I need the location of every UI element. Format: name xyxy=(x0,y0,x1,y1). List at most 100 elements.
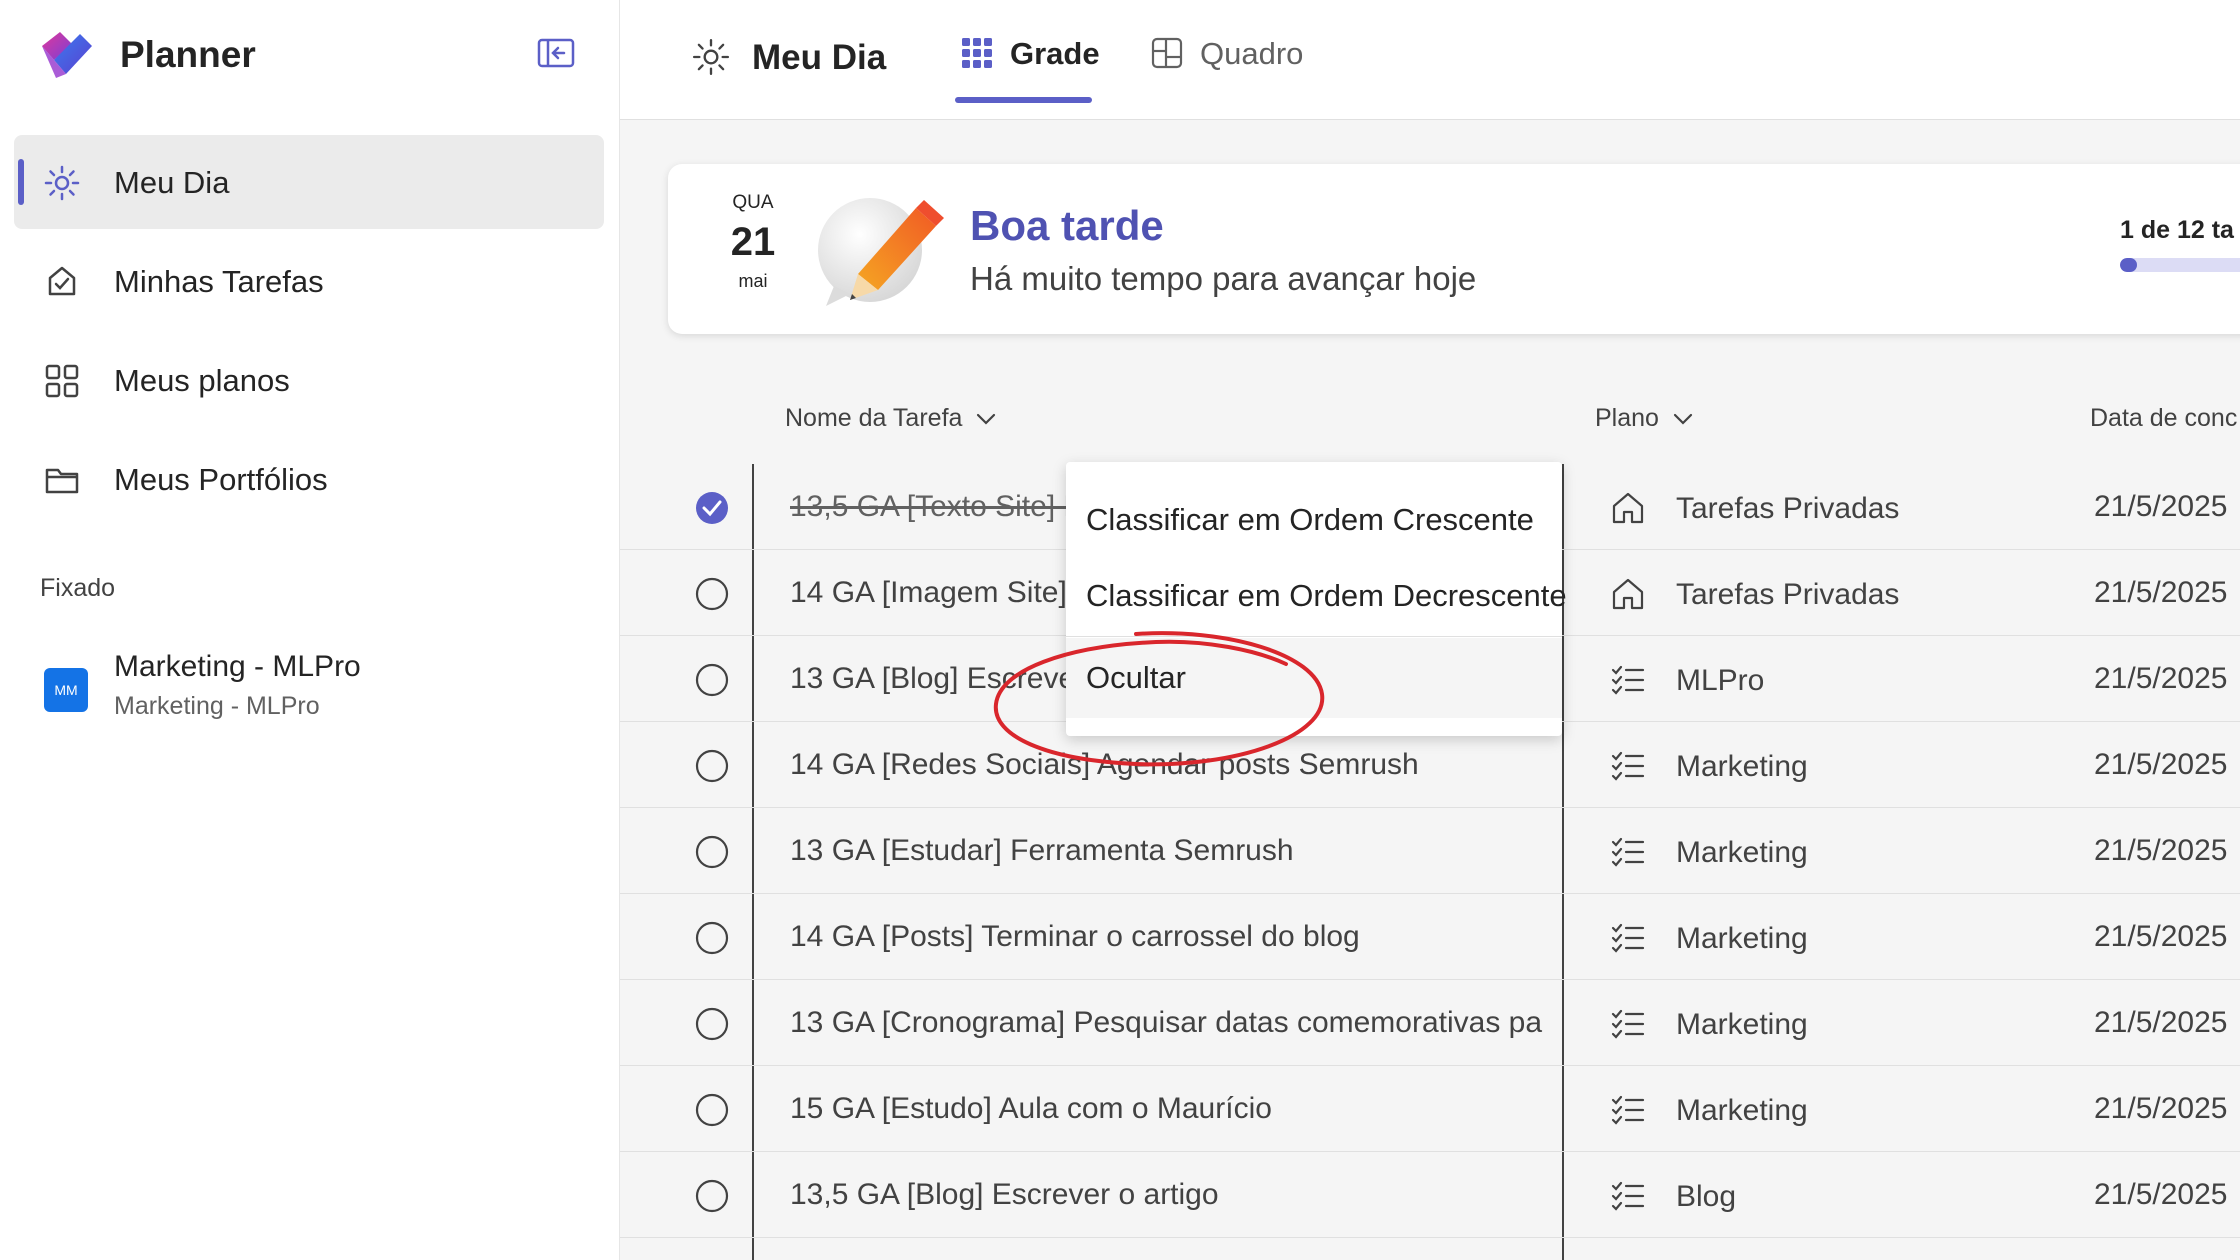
column-context-menu: Classificar em Ordem Crescente Classific… xyxy=(1066,462,1567,736)
task-plan: Marketing xyxy=(1676,836,1808,869)
menu-item-sort-ascending[interactable]: Classificar em Ordem Crescente xyxy=(1066,480,1562,560)
greeting-title: Boa tarde xyxy=(970,202,1164,249)
column-header-label: Nome da Tarefa xyxy=(785,404,963,432)
unchecked-circle-icon[interactable] xyxy=(694,1006,730,1042)
sidebar-item-minhas-tarefas[interactable]: Minhas Tarefas xyxy=(14,234,604,328)
tab-label: Quadro xyxy=(1200,36,1304,71)
top-bar: Meu Dia Grade Quadro xyxy=(620,0,2240,120)
plan-avatar: MM xyxy=(44,668,88,712)
menu-item-hide[interactable]: Ocultar xyxy=(1066,638,1562,718)
task-due-date: 21/5/2025 xyxy=(2094,490,2228,523)
sidebar-item-label: Meus planos xyxy=(114,363,290,398)
home-icon xyxy=(1612,578,1644,610)
task-plan: Tarefas Privadas xyxy=(1676,492,1900,525)
task-plan: Marketing xyxy=(1676,1094,1808,1127)
task-plan: Marketing xyxy=(1676,922,1808,955)
greeting-subtitle: Há muito tempo para avançar hoje xyxy=(970,260,1477,297)
home-icon xyxy=(1612,492,1644,524)
task-due-date: 21/5/2025 xyxy=(2094,1092,2228,1125)
folder-icon xyxy=(45,468,79,494)
list-icon xyxy=(1611,1181,1645,1211)
unchecked-circle-icon[interactable] xyxy=(694,576,730,612)
grid-icon xyxy=(962,38,992,68)
pinned-plan-marketing-mlpro[interactable]: MM Marketing - MLPro Marketing - MLPro xyxy=(44,646,584,726)
task-due-date: 21/5/2025 xyxy=(2094,1178,2228,1211)
pinned-plan-title: Marketing - MLPro xyxy=(114,650,361,683)
task-plan: MLPro xyxy=(1676,664,1765,697)
task-due-date: 21/5/2025 xyxy=(2094,1006,2228,1039)
active-indicator xyxy=(18,159,24,205)
chevron-down-icon xyxy=(1673,414,1693,425)
sidebar: Planner Meu Dia Minhas Tarefas Meus plan… xyxy=(0,0,620,1260)
pinned-section-label: Fixado xyxy=(40,574,116,602)
sidebar-item-meus-planos[interactable]: Meus planos xyxy=(14,333,604,427)
column-header-plan[interactable]: Plano xyxy=(1595,404,1694,433)
unchecked-circle-icon[interactable] xyxy=(694,1178,730,1214)
sun-icon xyxy=(44,165,80,201)
task-plan: Marketing xyxy=(1676,750,1808,783)
task-plan: Blog xyxy=(1676,1180,1737,1213)
selected-tab-indicator xyxy=(955,97,1092,103)
grid-apps-icon xyxy=(45,364,79,398)
column-header-due[interactable]: Data de conc xyxy=(2090,404,2237,433)
table-row[interactable]: 13 GA [Cronograma] Pesquisar datas comem… xyxy=(620,980,2240,1066)
month: mai xyxy=(738,271,768,291)
unchecked-circle-icon[interactable] xyxy=(694,1092,730,1128)
app-header: Planner xyxy=(36,24,596,84)
pinned-plan-subtitle: Marketing - MLPro xyxy=(114,692,320,720)
list-icon xyxy=(1611,665,1645,695)
date-tile: QUA 21 mai xyxy=(718,192,788,292)
task-name[interactable]: 13 GA [Cronograma] Pesquisar datas comem… xyxy=(790,1006,1550,1040)
app-name: Planner xyxy=(120,34,256,75)
sidebar-item-meu-dia[interactable]: Meu Dia xyxy=(14,135,604,229)
task-due-date: 21/5/2025 xyxy=(2094,576,2228,609)
board-icon xyxy=(1151,37,1183,69)
task-due-date: 21/5/2025 xyxy=(2094,748,2228,781)
unchecked-circle-icon[interactable] xyxy=(694,662,730,698)
task-due-date: 21/5/2025 xyxy=(2094,834,2228,867)
task-name[interactable]: 13 GA [Estudar] Ferramenta Semrush xyxy=(790,834,1550,868)
day-number: 21 xyxy=(730,220,776,264)
column-header-task[interactable]: Nome da Tarefa xyxy=(785,404,997,433)
progress-fill xyxy=(2120,258,2137,272)
unchecked-circle-icon[interactable] xyxy=(694,834,730,870)
progress-label: 1 de 12 ta xyxy=(2120,216,2234,244)
task-check-icon xyxy=(48,266,76,296)
menu-item-sort-descending[interactable]: Classificar em Ordem Decrescente xyxy=(1066,556,1567,636)
planner-app: Planner Meu Dia Minhas Tarefas Meus plan… xyxy=(0,0,2240,1260)
progress-bar xyxy=(2120,258,2240,272)
planner-logo-icon xyxy=(42,32,92,78)
menu-divider xyxy=(1066,636,1562,637)
list-icon xyxy=(1611,837,1645,867)
list-icon xyxy=(1611,751,1645,781)
list-icon xyxy=(1611,923,1645,953)
column-header-label: Plano xyxy=(1595,404,1659,432)
pencil-bubble-icon xyxy=(818,198,944,306)
sun-icon xyxy=(692,38,730,76)
task-name[interactable]: 14 GA [Posts] Terminar o carrossel do bl… xyxy=(790,920,1550,954)
list-icon xyxy=(1611,1009,1645,1039)
sidebar-item-label: Minhas Tarefas xyxy=(114,264,324,299)
unchecked-circle-icon[interactable] xyxy=(694,920,730,956)
day-of-week: QUA xyxy=(732,192,774,213)
task-due-date: 21/5/2025 xyxy=(2094,920,2228,953)
column-header-label: Data de conc xyxy=(2090,404,2238,432)
task-due-date: 21/5/2025 xyxy=(2094,662,2228,695)
unchecked-circle-icon[interactable] xyxy=(694,748,730,784)
sidebar-item-label: Meu Dia xyxy=(114,165,230,200)
tab-label: Grade xyxy=(1010,36,1100,71)
task-name[interactable]: 14 GA [Redes Sociais] Agendar posts Semr… xyxy=(790,748,1550,782)
task-plan: Tarefas Privadas xyxy=(1676,578,1900,611)
list-icon xyxy=(1611,1095,1645,1125)
table-row[interactable]: 14 GA [Posts] Terminar o carrossel do bl… xyxy=(620,894,2240,980)
checked-circle-icon[interactable] xyxy=(694,490,730,526)
table-row[interactable]: 13,5 GA [Blog] Escrever o artigo Blog 21/5… xyxy=(620,1152,2240,1238)
task-name[interactable]: 15 GA [Estudo] Aula com o Maurício xyxy=(790,1092,1550,1126)
task-name[interactable]: 13,5 GA [Blog] Escrever o artigo xyxy=(790,1178,1550,1212)
table-row[interactable]: 15 GA [Estudo] Aula com o Maurício Market… xyxy=(620,1066,2240,1152)
sidebar-item-meus-portfolios[interactable]: Meus Portfólios xyxy=(14,432,604,526)
greeting-card: QUA 21 mai Boa tarde Há muito tempo para… xyxy=(668,164,2240,334)
table-row[interactable]: 13 GA [Estudar] Ferramenta Semrush Market… xyxy=(620,808,2240,894)
task-plan: Marketing xyxy=(1676,1008,1808,1041)
collapse-sidebar-icon[interactable] xyxy=(536,36,576,70)
